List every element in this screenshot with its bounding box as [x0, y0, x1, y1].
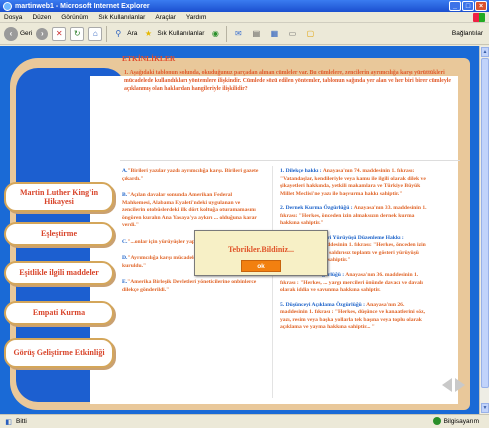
refresh-icon[interactable]: ↻ [70, 26, 85, 41]
maximize-icon[interactable]: □ [462, 1, 474, 11]
vertical-scrollbar[interactable]: ▲ ▼ [479, 46, 489, 414]
menu-edit[interactable]: Düzen [32, 14, 51, 21]
nav-button-equality[interactable]: Eşitlikle ilgili maddeler [4, 261, 114, 285]
menu-favorites[interactable]: Sık Kullanılanlar [98, 14, 145, 21]
edit-icon[interactable]: ▦ [267, 27, 281, 41]
back-arrow-icon: ‹ [4, 26, 18, 41]
window-title: martinweb1 - Microsoft Internet Explorer [15, 2, 150, 10]
option-text: "Amerika Birleşik Devletleri yöneticiler… [122, 279, 257, 294]
page-title: ETKİNLİKLER [122, 54, 176, 63]
ie-icon [3, 1, 12, 11]
menu-view[interactable]: Görünüm [61, 14, 88, 21]
right-item: 2. Dernek Kurma Özgürlüğü : Anayasa'nın … [280, 205, 430, 228]
dialog-message: Tebrikler.Bildiniz... [227, 245, 295, 254]
windows-logo-icon [473, 13, 485, 22]
search-button[interactable]: ⚲ Ara [111, 27, 137, 41]
option-text: "Açılan davalar sonunda Amerikan Federal… [122, 192, 257, 229]
left-item: E."Amerika Birleşik Devletleri yöneticil… [122, 279, 262, 294]
home-icon[interactable]: ⌂ [88, 26, 103, 41]
nav-button-mlk-story[interactable]: Martin Luther King'in Hikayesi [4, 182, 114, 212]
nav-button-empathy[interactable]: Empati Kurma [4, 301, 114, 325]
right-item-heading: 2. Dernek Kurma Özgürlüğü : [280, 205, 353, 212]
favorites-button[interactable]: ★ Sık Kullanılanlar [141, 27, 205, 41]
close-icon[interactable]: × [475, 1, 487, 11]
previous-arrow-icon[interactable] [442, 378, 452, 392]
scroll-thumb[interactable] [481, 58, 489, 388]
discuss-icon[interactable]: ▭ [285, 27, 299, 41]
column-divider [272, 166, 273, 398]
search-icon: ⚲ [115, 29, 122, 38]
stop-icon[interactable]: ✕ [52, 26, 67, 41]
messenger-icon[interactable]: ▢ [303, 27, 317, 41]
favorites-label: Sık Kullanılanlar [157, 30, 205, 37]
nav-button-opinion[interactable]: Görüş Geliştirme Etkinliği [4, 338, 114, 368]
status-text: Bitti [16, 418, 27, 425]
option-text: "Birileri yazılar yazdı ayrımcılığa karş… [122, 168, 259, 182]
intro-text: 1. Aşağıdaki tablonun solunda, okuduğunu… [124, 70, 451, 92]
mail-icon[interactable]: ✉ [231, 27, 245, 41]
links-label[interactable]: Bağlantılar [452, 30, 483, 37]
toolbar-separator [226, 25, 228, 42]
window-title-bar[interactable]: martinweb1 - Microsoft Internet Explorer… [0, 0, 489, 12]
window-controls: _ □ × [449, 1, 487, 11]
page-navigation [442, 378, 465, 392]
status-zone: Bilgisayarım [432, 417, 479, 425]
next-arrow-icon[interactable] [455, 378, 465, 392]
computer-icon [432, 417, 441, 425]
forward-arrow-icon: › [36, 27, 49, 40]
right-item-heading: 1. Dilekçe hakkı : [280, 168, 322, 174]
toolbar: ‹ Geri › ✕ ↻ ⌂ ⚲ Ara ★ Sık Kullanılanlar… [0, 23, 489, 45]
scroll-up-icon[interactable]: ▲ [481, 47, 489, 57]
forward-button[interactable]: › [36, 27, 49, 40]
right-item: 5. Düşünceyi Açıklama Özgürlüğü : Anayas… [280, 302, 430, 332]
ok-button[interactable]: ok [241, 260, 281, 272]
zone-label: Bilgisayarım [443, 417, 479, 425]
success-dialog: Tebrikler.Bildiniz... ok [194, 230, 328, 276]
star-icon: ★ [144, 29, 152, 38]
media-icon[interactable]: ◉ [208, 27, 222, 41]
back-button[interactable]: ‹ Geri [4, 26, 33, 41]
menu-bar: Dosya Düzen Görünüm Sık Kullanılanlar Ar… [0, 12, 489, 23]
print-icon[interactable]: ▤ [249, 27, 263, 41]
minimize-icon[interactable]: _ [449, 1, 461, 11]
menu-help[interactable]: Yardım [186, 14, 206, 21]
page-icon: ◧ [5, 418, 12, 426]
toolbar-separator [106, 25, 108, 42]
menu-file[interactable]: Dosya [4, 14, 22, 21]
back-label: Geri [20, 30, 33, 37]
right-item-heading: 5. Düşünceyi Açıklama Özgürlüğü : [280, 301, 366, 308]
left-item: B."Açılan davalar sonunda Amerikan Feder… [122, 192, 262, 230]
status-bar: ◧ Bitti [0, 414, 489, 428]
left-item: A."Birileri yazılar yazdı ayrımcılığa ka… [122, 168, 262, 183]
divider [120, 160, 460, 161]
menu-tools[interactable]: Araçlar [155, 14, 176, 21]
nav-button-matching[interactable]: Eşleştirme [4, 222, 114, 246]
scroll-down-icon[interactable]: ▼ [481, 403, 489, 413]
search-label: Ara [127, 30, 138, 37]
right-item: 1. Dilekçe hakkı : Anayasa'nın 74. madde… [280, 168, 430, 198]
